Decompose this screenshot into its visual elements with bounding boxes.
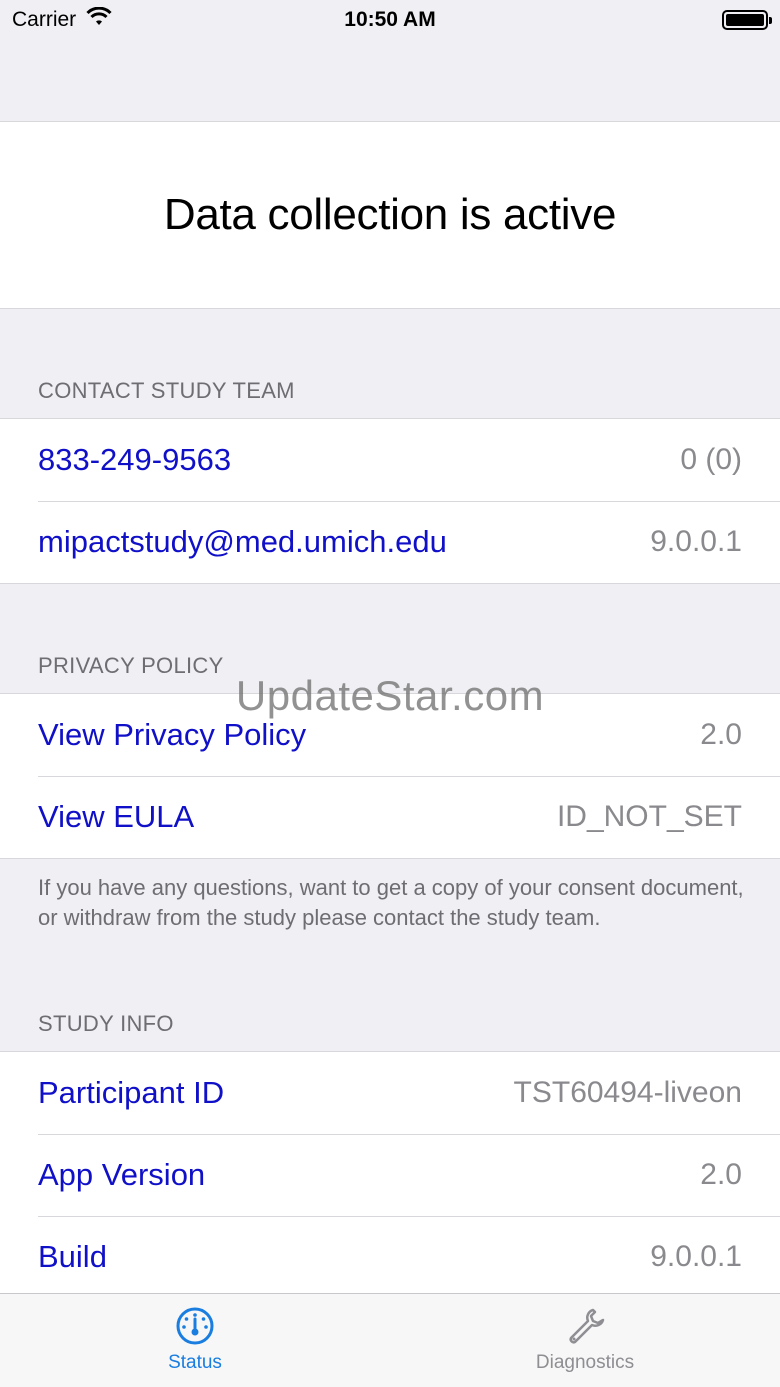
participant-id-value: TST60494-liveon bbox=[513, 1076, 742, 1109]
build-value: 9.0.0.1 bbox=[650, 1240, 742, 1273]
privacy-group: View Privacy Policy 2.0 View EULA ID_NOT… bbox=[0, 693, 780, 859]
tab-diagnostics[interactable]: Diagnostics bbox=[390, 1294, 780, 1387]
tab-bar: Status Diagnostics bbox=[0, 1293, 780, 1387]
carrier-label: Carrier bbox=[12, 8, 77, 31]
participant-id-label[interactable]: Participant ID bbox=[38, 1075, 224, 1111]
build-row[interactable]: Build 9.0.0.1 bbox=[0, 1216, 780, 1298]
phone-link[interactable]: 833-249-9563 bbox=[38, 442, 231, 478]
phone-row-value: 0 (0) bbox=[680, 443, 742, 476]
section-header-privacy: PRIVACY POLICY bbox=[38, 653, 224, 678]
app-version-label[interactable]: App Version bbox=[38, 1157, 205, 1193]
wrench-icon bbox=[563, 1304, 607, 1348]
eula-link[interactable]: View EULA bbox=[38, 799, 194, 835]
tab-status-label: Status bbox=[168, 1352, 222, 1373]
battery-icon bbox=[722, 10, 772, 30]
email-link[interactable]: mipactstudy@med.umich.edu bbox=[38, 524, 447, 560]
wifi-icon bbox=[86, 6, 112, 33]
clock: 10:50 AM bbox=[344, 8, 436, 31]
privacy-policy-link[interactable]: View Privacy Policy bbox=[38, 717, 306, 753]
section-header-contact: CONTACT STUDY TEAM bbox=[38, 378, 295, 403]
eula-row[interactable]: View EULA ID_NOT_SET bbox=[0, 776, 780, 858]
email-row[interactable]: mipactstudy@med.umich.edu 9.0.0.1 bbox=[0, 501, 780, 583]
privacy-footer-note: If you have any questions, want to get a… bbox=[38, 875, 744, 930]
gauge-icon bbox=[173, 1304, 217, 1348]
privacy-policy-row[interactable]: View Privacy Policy 2.0 bbox=[0, 694, 780, 776]
status-bar: Carrier 10:50 AM bbox=[0, 0, 780, 40]
email-row-value: 9.0.0.1 bbox=[650, 525, 742, 558]
status-title: Data collection is active bbox=[163, 190, 617, 239]
status-banner: Data collection is active bbox=[0, 121, 780, 309]
app-version-value: 2.0 bbox=[700, 1158, 742, 1191]
build-label[interactable]: Build bbox=[38, 1239, 107, 1275]
contact-group: 833-249-9563 0 (0) mipactstudy@med.umich… bbox=[0, 418, 780, 584]
participant-id-row[interactable]: Participant ID TST60494-liveon bbox=[0, 1052, 780, 1134]
study-info-group: Participant ID TST60494-liveon App Versi… bbox=[0, 1051, 780, 1298]
phone-row[interactable]: 833-249-9563 0 (0) bbox=[0, 419, 780, 501]
tab-diagnostics-label: Diagnostics bbox=[535, 1352, 635, 1373]
section-header-study-info: STUDY INFO bbox=[38, 1011, 174, 1036]
privacy-policy-value: 2.0 bbox=[700, 718, 742, 751]
eula-value: ID_NOT_SET bbox=[556, 800, 742, 833]
tab-status[interactable]: Status bbox=[0, 1294, 390, 1387]
app-version-row[interactable]: App Version 2.0 bbox=[0, 1134, 780, 1216]
